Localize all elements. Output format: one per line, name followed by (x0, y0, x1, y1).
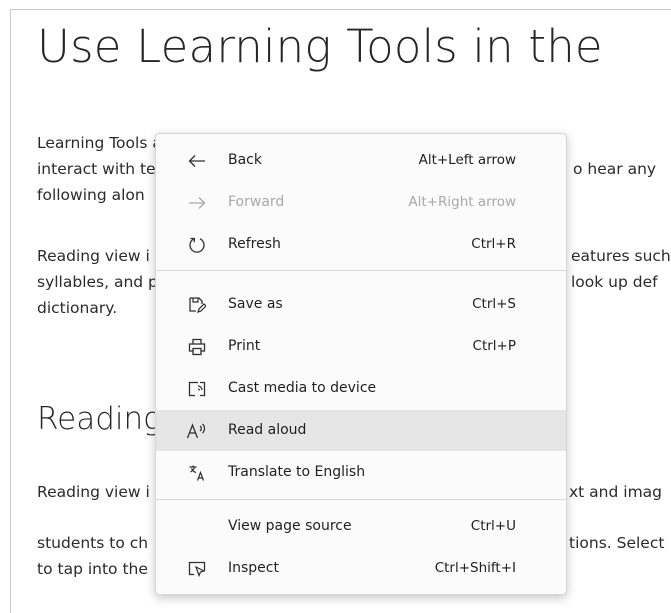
menu-item-cast-media[interactable]: Cast media to device (156, 368, 566, 409)
menu-item-label: Back (228, 152, 262, 168)
paragraph-2-line-1: Reading view i (37, 247, 150, 265)
paragraph-4-line-2: to tap into the (37, 560, 148, 578)
paragraph-4-line-1: students to ch (37, 534, 149, 552)
menu-divider (156, 499, 566, 500)
menu-item-refresh[interactable]: Refresh Ctrl+R (156, 224, 566, 265)
section-heading: Reading (37, 401, 162, 437)
menu-item-label: View page source (228, 518, 352, 534)
printer-icon (186, 336, 208, 358)
page-title: Use Learning Tools in the (37, 20, 603, 73)
inspect-icon (186, 558, 208, 580)
menu-item-print[interactable]: Print Ctrl+P (156, 326, 566, 367)
menu-item-view-page-source[interactable]: View page source Ctrl+U (156, 506, 566, 547)
menu-item-shortcut: Ctrl+S (472, 296, 516, 312)
translate-icon (186, 462, 208, 484)
menu-item-label: Translate to English (228, 464, 366, 480)
paragraph-3-line-1: Reading view i (37, 483, 150, 501)
menu-item-forward[interactable]: Forward Alt+Right arrow (156, 182, 566, 223)
menu-item-label: Cast media to device (228, 380, 377, 396)
paragraph-4-line-1-right: tions. Select (569, 534, 665, 552)
menu-item-label: Save as (228, 296, 283, 312)
refresh-icon (186, 234, 208, 256)
menu-item-shortcut: Ctrl+R (471, 236, 516, 252)
save-as-icon (186, 294, 208, 316)
menu-item-shortcut: Ctrl+Shift+I (434, 560, 516, 576)
read-aloud-icon (186, 420, 208, 442)
paragraph-3-line-1-right: xt and imag (569, 483, 663, 501)
menu-item-shortcut: Ctrl+U (470, 518, 516, 534)
paragraph-2-line-2-right: look up def (571, 273, 658, 291)
menu-item-save-as[interactable]: Save as Ctrl+S (156, 284, 566, 325)
paragraph-2-line-1-right: eatures such (571, 247, 671, 265)
paragraph-1-line-2: interact with te (37, 160, 156, 178)
menu-item-read-aloud[interactable]: Read aloud (156, 410, 566, 451)
paragraph-2-line-2: syllables, and p (37, 273, 158, 291)
menu-item-label: Forward (228, 194, 285, 210)
menu-item-shortcut: Alt+Right arrow (408, 194, 516, 210)
paragraph-1-line-2-right: o hear any (573, 160, 657, 178)
menu-item-label: Read aloud (228, 422, 307, 438)
menu-item-back[interactable]: Back Alt+Left arrow (156, 140, 566, 181)
menu-item-shortcut: Ctrl+P (472, 338, 516, 354)
menu-divider (156, 270, 566, 271)
paragraph-2-line-3: dictionary. (37, 299, 118, 317)
arrow-left-icon (186, 150, 208, 172)
arrow-right-icon (186, 192, 208, 214)
cast-icon (186, 378, 208, 400)
paragraph-1-line-3: following alon (37, 186, 145, 204)
menu-item-inspect[interactable]: Inspect Ctrl+Shift+I (156, 548, 566, 589)
menu-item-shortcut: Alt+Left arrow (418, 152, 516, 168)
menu-item-label: Print (228, 338, 261, 354)
menu-item-label: Refresh (228, 236, 281, 252)
menu-item-label: Inspect (228, 560, 279, 576)
context-menu: Back Alt+Left arrow Forward Alt+Right ar… (155, 133, 567, 595)
menu-item-translate[interactable]: Translate to English (156, 452, 566, 493)
